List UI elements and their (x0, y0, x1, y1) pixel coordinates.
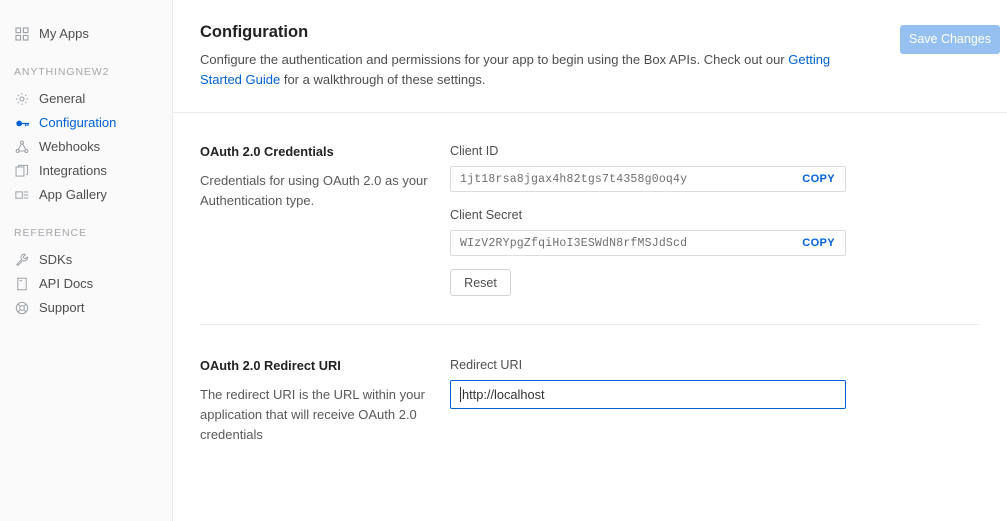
redirect-uri-value: http://localhost (462, 387, 545, 402)
client-id-field[interactable]: 1jt18rsa8jgax4h82tgs7t4358g0oq4y COPY (450, 166, 846, 192)
sidebar-item-general[interactable]: General (0, 87, 172, 111)
sidebar-item-label: Configuration (39, 115, 117, 130)
client-id-value: 1jt18rsa8jgax4h82tgs7t4358g0oq4y (460, 172, 688, 186)
webhook-icon (14, 139, 30, 155)
main-content: Configuration Configure the authenticati… (173, 0, 1007, 521)
document-icon (14, 276, 30, 292)
redirect-uri-description: The redirect URI is the URL within your … (200, 387, 425, 442)
sidebar-item-configuration[interactable]: Configuration (0, 111, 172, 135)
client-id-label: Client ID (450, 144, 499, 158)
sidebar-item-label: Webhooks (39, 139, 101, 154)
sidebar-item-webhooks[interactable]: Webhooks (0, 135, 172, 159)
client-secret-value: WIzV2RYpgZfqiHoI3ESWdN8rfMSJdScd (460, 236, 688, 250)
app-root: My Apps ANYTHINGNEW2 General Configurati… (0, 0, 1007, 521)
client-secret-label: Client Secret (450, 208, 523, 222)
life-preserver-icon (14, 300, 30, 316)
redirect-uri-description-column: OAuth 2.0 Redirect URI The redirect URI … (200, 357, 450, 445)
sidebar-item-label: General (39, 91, 86, 106)
gear-icon (14, 91, 30, 107)
sidebar-item-label: API Docs (39, 276, 94, 291)
sidebar-item-sdks[interactable]: SDKs (0, 248, 172, 272)
sidebar-item-label: App Gallery (39, 187, 107, 202)
oauth-credentials-title: OAuth 2.0 Credentials (200, 144, 334, 159)
grid-icon (14, 26, 30, 42)
page-description: Configure the authentication and permiss… (200, 50, 860, 90)
copy-client-id-button[interactable]: COPY (796, 172, 845, 186)
sidebar-item-label: My Apps (39, 26, 89, 41)
redirect-uri-label: Redirect URI (450, 358, 523, 372)
sidebar-item-api-docs[interactable]: API Docs (0, 272, 172, 296)
sidebar-section-app: ANYTHINGNEW2 (14, 66, 110, 78)
app-gallery-icon (14, 187, 30, 203)
sidebar-section-reference: REFERENCE (14, 227, 87, 239)
integrations-icon (14, 163, 30, 179)
oauth-redirect-uri-section: OAuth 2.0 Redirect URI The redirect URI … (173, 357, 1007, 445)
reset-button[interactable]: Reset (450, 269, 511, 296)
sidebar-item-support[interactable]: Support (0, 296, 172, 320)
sidebar-item-app-gallery[interactable]: App Gallery (0, 183, 172, 207)
save-changes-button[interactable]: Save Changes (900, 25, 1000, 54)
page-title: Configuration (200, 23, 309, 41)
page-header: Configuration Configure the authenticati… (173, 0, 1007, 113)
sidebar-item-my-apps[interactable]: My Apps (0, 22, 172, 46)
redirect-uri-input[interactable]: http://localhost (450, 380, 846, 409)
wrench-icon (14, 252, 30, 268)
sidebar-item-label: Integrations (39, 163, 107, 178)
oauth-credentials-description: Credentials for using OAuth 2.0 as your … (200, 173, 428, 208)
page-description-text-after: for a walkthrough of these settings. (280, 72, 486, 87)
sidebar: My Apps ANYTHINGNEW2 General Configurati… (0, 0, 173, 521)
sidebar-item-label: SDKs (39, 252, 73, 267)
redirect-uri-title: OAuth 2.0 Redirect URI (200, 358, 341, 373)
copy-client-secret-button[interactable]: COPY (796, 236, 845, 250)
oauth-credentials-fields-column: Client ID 1jt18rsa8jgax4h82tgs7t4358g0oq… (450, 143, 980, 296)
client-secret-field[interactable]: WIzV2RYpgZfqiHoI3ESWdN8rfMSJdScd COPY (450, 230, 846, 256)
page-description-text-before: Configure the authentication and permiss… (200, 52, 789, 67)
oauth-credentials-section: OAuth 2.0 Credentials Credentials for us… (173, 143, 1007, 296)
sidebar-item-label: Support (39, 300, 85, 315)
redirect-uri-field-column: Redirect URI http://localhost (450, 357, 980, 445)
key-icon (14, 115, 30, 131)
sidebar-item-integrations[interactable]: Integrations (0, 159, 172, 183)
oauth-credentials-description-column: OAuth 2.0 Credentials Credentials for us… (200, 143, 450, 296)
